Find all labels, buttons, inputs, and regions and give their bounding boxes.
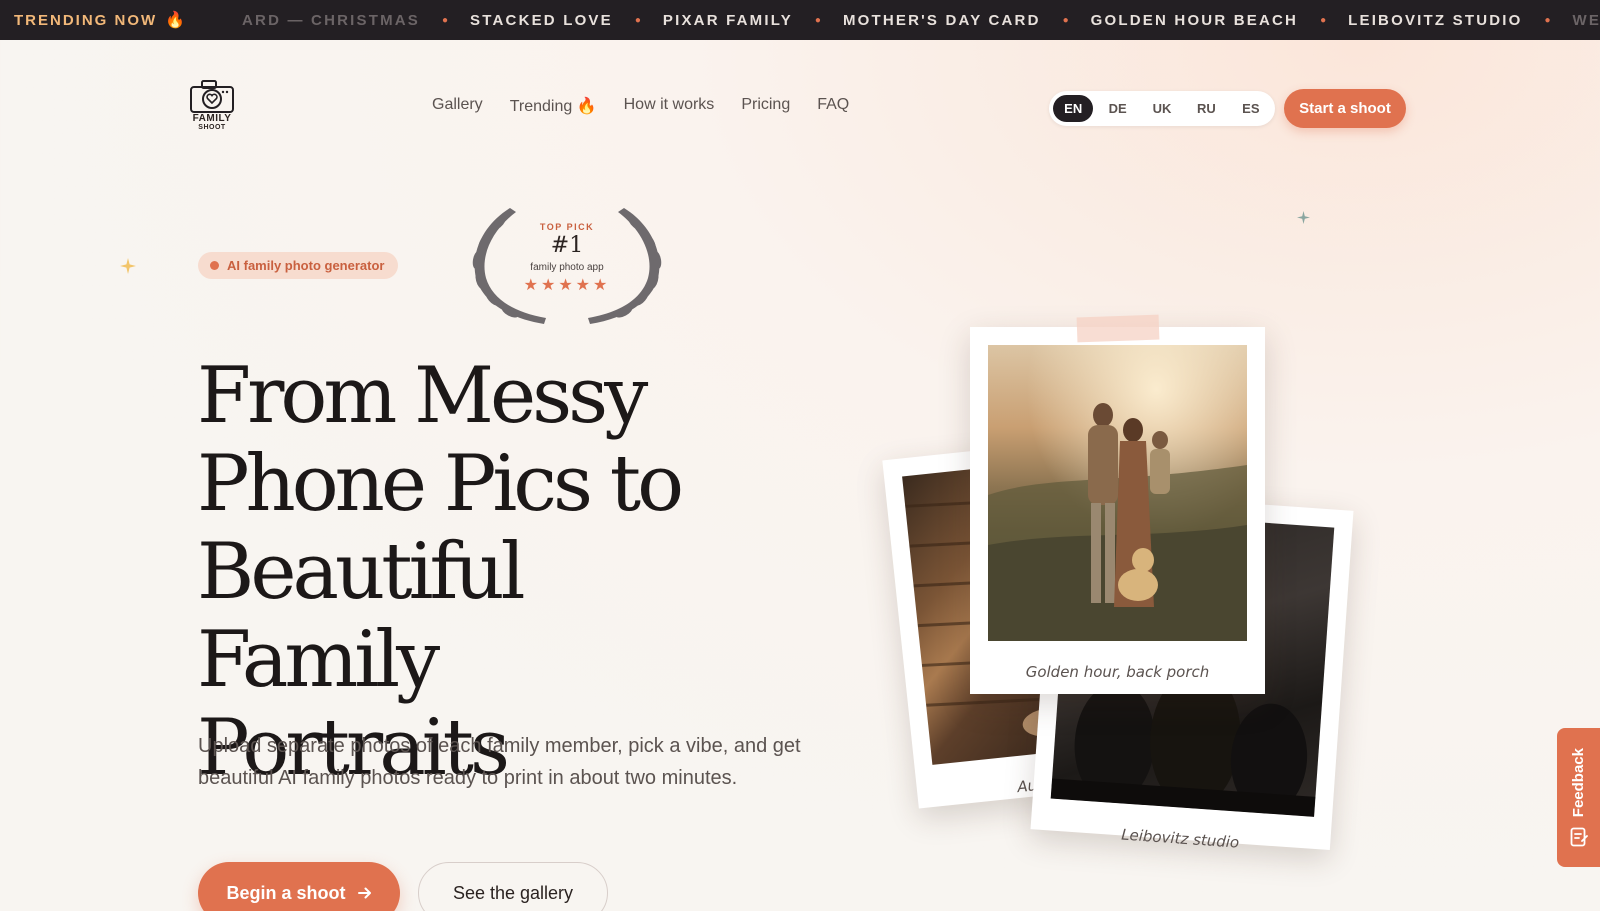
nav-pricing[interactable]: Pricing xyxy=(741,96,790,116)
star-rating: ★★★★★ xyxy=(523,277,611,294)
award-label: TOP PICK xyxy=(539,222,595,232)
hero-headline: From Messy Phone Pics to Beautiful Famil… xyxy=(197,352,757,792)
ticker-item[interactable]: GOLDEN HOUR BEACH xyxy=(1069,12,1320,29)
ticker-item[interactable]: STACKED LOVE xyxy=(448,12,635,29)
language-switcher: EN DE UK RU ES xyxy=(1049,91,1275,126)
feedback-icon xyxy=(1570,827,1588,847)
badge-dot xyxy=(210,261,219,270)
hero-headline-line: Phone Pics to xyxy=(197,439,684,529)
ticker-track: ARD — CHRISTMAS ● STACKED LOVE ● PIXAR F… xyxy=(220,0,1600,40)
ticker-item[interactable]: LEIBOVITZ STUDIO xyxy=(1326,12,1544,29)
camera-icon xyxy=(190,80,234,113)
main-nav: Gallery Trending 🔥 How it works Pricing … xyxy=(432,96,849,116)
feedback-tab[interactable]: Feedback xyxy=(1557,728,1600,867)
ticker-item[interactable]: PIXAR FAMILY xyxy=(641,12,815,29)
ticker-item[interactable]: WES xyxy=(1551,12,1600,29)
start-shoot-button[interactable]: Start a shoot xyxy=(1284,89,1406,128)
nav-how-it-works[interactable]: How it works xyxy=(624,96,715,116)
family-photo-graphic xyxy=(988,345,1247,641)
nav-faq[interactable]: FAQ xyxy=(817,96,849,116)
sparkle-icon xyxy=(1297,211,1310,224)
ticker-label-text: TRENDING NOW xyxy=(14,11,158,29)
lang-option-uk[interactable]: UK xyxy=(1142,95,1182,122)
sparkle-icon xyxy=(120,258,136,274)
lang-option-es[interactable]: ES xyxy=(1231,95,1271,122)
feedback-label: Feedback xyxy=(1570,747,1587,818)
flame-icon: 🔥 xyxy=(576,98,597,115)
hero-headline-line: Beautiful Family xyxy=(197,527,526,705)
trending-ticker: ARD — CHRISTMAS ● STACKED LOVE ● PIXAR F… xyxy=(0,0,1600,40)
arrow-right-icon xyxy=(357,887,371,899)
award-rank: #1 xyxy=(550,233,584,258)
lang-option-en[interactable]: EN xyxy=(1053,95,1094,122)
lang-option-de[interactable]: DE xyxy=(1097,95,1137,122)
see-gallery-button[interactable]: See the gallery xyxy=(418,862,608,911)
begin-shoot-label: Begin a shoot xyxy=(226,882,346,903)
hero-subtitle: Upload separate photos of each family me… xyxy=(198,735,801,789)
logo-wordmark: FAMILY xyxy=(192,113,232,124)
polaroid-caption: Golden hour, back porch xyxy=(1025,663,1210,681)
flame-icon: 🔥 xyxy=(165,12,188,29)
brand-logo[interactable]: FAMILY SHOOT xyxy=(184,78,240,140)
award-badge: TOP PICK #1 family photo app ★★★★★ xyxy=(462,200,672,330)
tape-strip xyxy=(1076,314,1160,343)
badge-text: AI family photo generator xyxy=(227,258,385,273)
nav-trending[interactable]: Trending 🔥 xyxy=(510,96,597,116)
polaroid-card-featured: Golden hour, back porch xyxy=(970,327,1265,694)
lang-option-ru[interactable]: RU xyxy=(1186,95,1226,122)
hero-headline-line: From Messy xyxy=(197,351,648,441)
begin-shoot-button[interactable]: Begin a shoot xyxy=(198,862,400,911)
sample-photo-golden-hour xyxy=(988,345,1247,641)
nav-gallery[interactable]: Gallery xyxy=(432,96,483,116)
ticker-item[interactable]: ARD — CHRISTMAS xyxy=(220,12,442,29)
nav-trending-label: Trending xyxy=(509,98,573,115)
award-subtitle: family photo app xyxy=(530,262,604,273)
ticker-label: TRENDING NOW 🔥 xyxy=(0,0,212,40)
logo-wordmark-sub: SHOOT xyxy=(198,124,226,131)
category-badge: AI family photo generator xyxy=(198,252,399,279)
ticker-item[interactable]: MOTHER'S DAY CARD xyxy=(821,12,1063,29)
